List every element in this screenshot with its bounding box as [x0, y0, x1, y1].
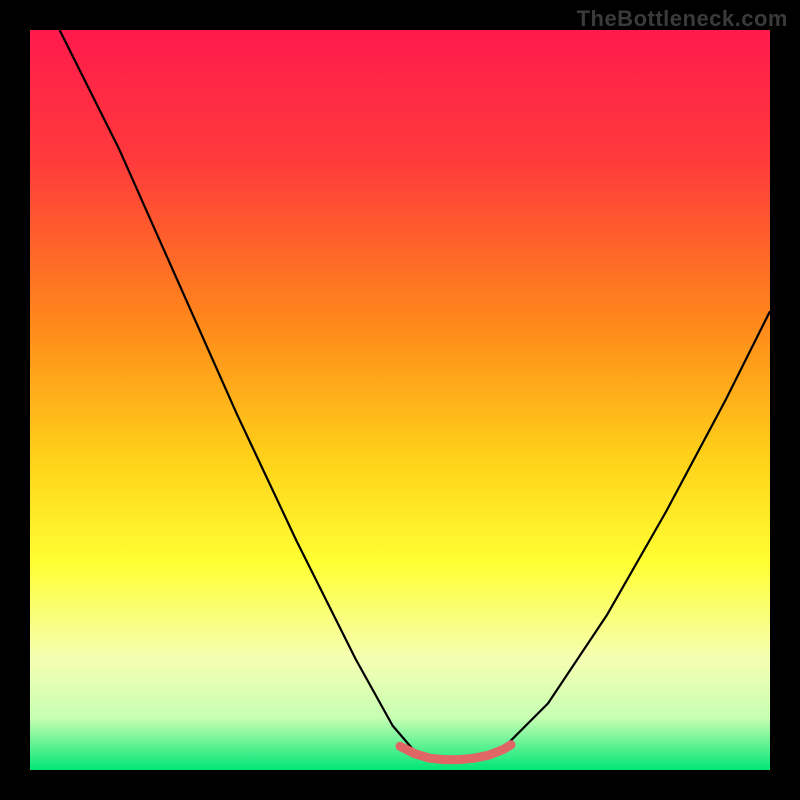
watermark-text: TheBottleneck.com [577, 6, 788, 32]
bottleneck-chart [0, 0, 800, 800]
chart-stage: TheBottleneck.com [0, 0, 800, 800]
plot-background [30, 30, 770, 770]
